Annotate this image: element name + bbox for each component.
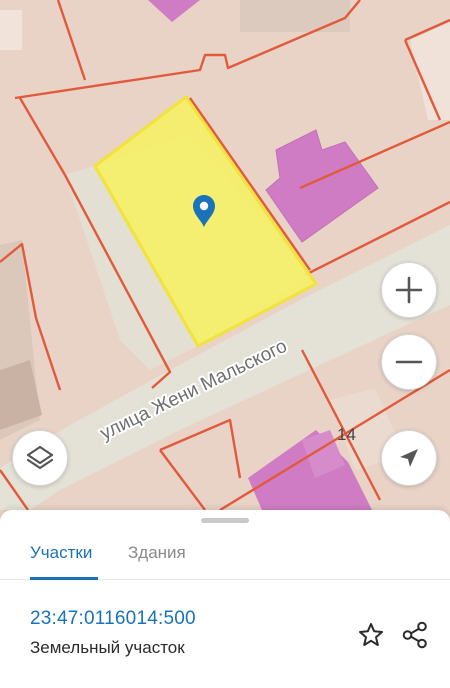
favorite-button[interactable]	[354, 618, 388, 652]
share-button[interactable]	[398, 618, 432, 652]
plus-icon	[395, 276, 423, 304]
house-number: 14	[337, 425, 356, 444]
layers-button[interactable]	[12, 430, 68, 486]
share-icon	[402, 621, 427, 649]
zoom-in-button[interactable]	[381, 262, 437, 318]
zoom-out-button[interactable]	[381, 334, 437, 390]
star-icon	[359, 623, 383, 646]
info-sheet: Участки Здания 23:47:0116014:500 Земельн…	[0, 510, 450, 688]
top-building-shade	[240, 0, 350, 32]
tab-bar: Участки Здания	[0, 528, 450, 580]
tab-buildings[interactable]: Здания	[128, 528, 186, 580]
locate-button[interactable]	[381, 430, 437, 486]
cadastral-number[interactable]: 23:47:0116014:500	[30, 608, 196, 630]
layers-icon	[26, 445, 54, 470]
parcel-card: 23:47:0116014:500 Земельный участок	[0, 580, 450, 688]
minus-icon	[395, 360, 423, 364]
corner-light	[0, 10, 22, 50]
sheet-grabber[interactable]	[201, 518, 249, 523]
parcel-type: Земельный участок	[30, 638, 185, 657]
navigation-arrow-icon	[400, 449, 418, 467]
tab-plots[interactable]: Участки	[30, 528, 98, 580]
